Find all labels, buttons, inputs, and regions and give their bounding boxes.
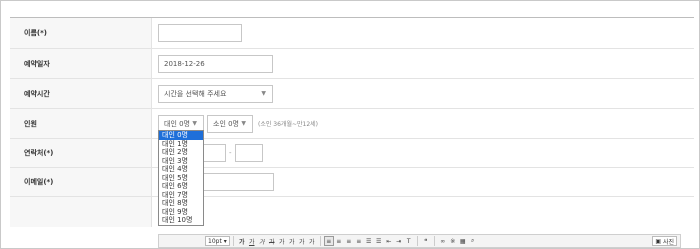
email-label: 이메일(*)	[10, 168, 152, 196]
name-row: 이름(*)	[10, 18, 694, 49]
align-justify-icon[interactable]: ≡	[354, 236, 364, 246]
child-select[interactable]: 소인 0명 ▼	[207, 114, 253, 133]
contact-input-3[interactable]	[234, 144, 263, 162]
align-center-icon[interactable]: ≡	[334, 236, 344, 246]
contact-input-2[interactable]	[204, 144, 226, 162]
bg-color-button[interactable]: 가	[287, 236, 297, 246]
divider	[319, 236, 321, 246]
align-left-icon[interactable]: ≡	[323, 236, 334, 246]
chevron-down-icon: ▼	[192, 120, 197, 127]
contact-row: 연락처(*) -	[10, 139, 694, 168]
reservation-form-frame: 이름(*) 예약일자 2018-12-26 예약시간 시간을 선택해 주세요 ▼…	[0, 0, 700, 249]
people-note: (소인 36개월~만12세)	[258, 121, 319, 128]
time-label: 예약시간	[10, 79, 152, 108]
email-input-domain[interactable]	[204, 173, 274, 191]
dropdown-option[interactable]: 대인 4명	[159, 165, 203, 174]
date-input[interactable]: 2018-12-26	[158, 54, 273, 73]
time-select-value: 시간을 선택해 주세요	[164, 89, 227, 98]
dropdown-option[interactable]: 대인 10명	[159, 216, 203, 225]
table-icon[interactable]: ▦	[458, 236, 468, 246]
people-label: 인원	[10, 109, 152, 138]
subscript-button[interactable]: 가	[307, 236, 317, 246]
clear-format-icon[interactable]: T	[404, 236, 414, 246]
name-input[interactable]	[158, 24, 242, 42]
divider	[433, 236, 435, 246]
dropdown-option[interactable]: 대인 6명	[159, 182, 203, 191]
quote-icon[interactable]: ❝	[421, 236, 431, 246]
italic-button[interactable]: 가	[257, 236, 267, 246]
underline-button[interactable]: 가	[247, 236, 257, 246]
people-row: 인원 대인 0명 ▼ 소인 0명 ▼ (소인 36개월~만12세)	[10, 109, 694, 139]
ordered-list-icon[interactable]: ☰	[364, 236, 374, 246]
editor-toolbar: 10pt ▾ 가 가 가 가 가 가 가 가 ≡ ≡ ≡ ≡ ☰ ☰ ⇤ ⇥ T…	[158, 234, 681, 248]
content-row	[10, 197, 694, 227]
search-icon[interactable]: ⌕	[468, 236, 478, 246]
divider	[232, 236, 234, 246]
date-row: 예약일자 2018-12-26	[10, 49, 694, 79]
contact-label: 연락처(*)	[10, 139, 152, 167]
superscript-button[interactable]: 가	[297, 236, 307, 246]
unordered-list-icon[interactable]: ☰	[374, 236, 384, 246]
chevron-down-icon: ▼	[261, 90, 266, 97]
content-label	[10, 197, 152, 227]
contact-dash: -	[229, 149, 232, 157]
divider	[416, 236, 418, 246]
adult-dropdown-list: 대인 0명 대인 1명 대인 2명 대인 3명 대인 4명 대인 5명 대인 6명 대인 7명…	[158, 130, 204, 227]
image-icon: ▣	[655, 237, 662, 245]
link-icon[interactable]: ∞	[438, 236, 448, 246]
align-right-icon[interactable]: ≡	[344, 236, 354, 246]
date-label: 예약일자	[10, 49, 152, 78]
strike-button[interactable]: 가	[267, 236, 277, 246]
font-color-button[interactable]: 가	[277, 236, 287, 246]
form-table: 이름(*) 예약일자 2018-12-26 예약시간 시간을 선택해 주세요 ▼…	[10, 17, 694, 227]
dropdown-option[interactable]: 대인 1명	[159, 140, 203, 149]
adult-select-value: 대인 0명	[164, 119, 190, 128]
photo-label: 사진	[662, 238, 674, 246]
time-row: 예약시간 시간을 선택해 주세요 ▼	[10, 79, 694, 109]
time-select[interactable]: 시간을 선택해 주세요 ▼	[158, 84, 273, 103]
special-char-icon[interactable]: ※	[448, 236, 458, 246]
photo-button[interactable]: ▣ 사진	[652, 236, 677, 246]
indent-icon[interactable]: ⇥	[394, 236, 404, 246]
font-size-select[interactable]: 10pt ▾	[205, 236, 230, 246]
name-label: 이름(*)	[10, 18, 152, 48]
dropdown-option[interactable]: 대인 3명	[159, 157, 203, 166]
bold-button[interactable]: 가	[237, 236, 247, 246]
dropdown-option[interactable]: 대인 0명	[159, 131, 203, 140]
font-size-value: 10pt	[208, 237, 222, 245]
email-row: 이메일(*)	[10, 168, 694, 197]
child-select-value: 소인 0명	[213, 119, 239, 128]
outdent-icon[interactable]: ⇤	[384, 236, 394, 246]
chevron-down-icon: ▼	[241, 120, 246, 127]
dropdown-option[interactable]: 대인 5명	[159, 174, 203, 183]
dropdown-option[interactable]: 대인 8명	[159, 199, 203, 208]
dropdown-option[interactable]: 대인 2명	[159, 148, 203, 157]
